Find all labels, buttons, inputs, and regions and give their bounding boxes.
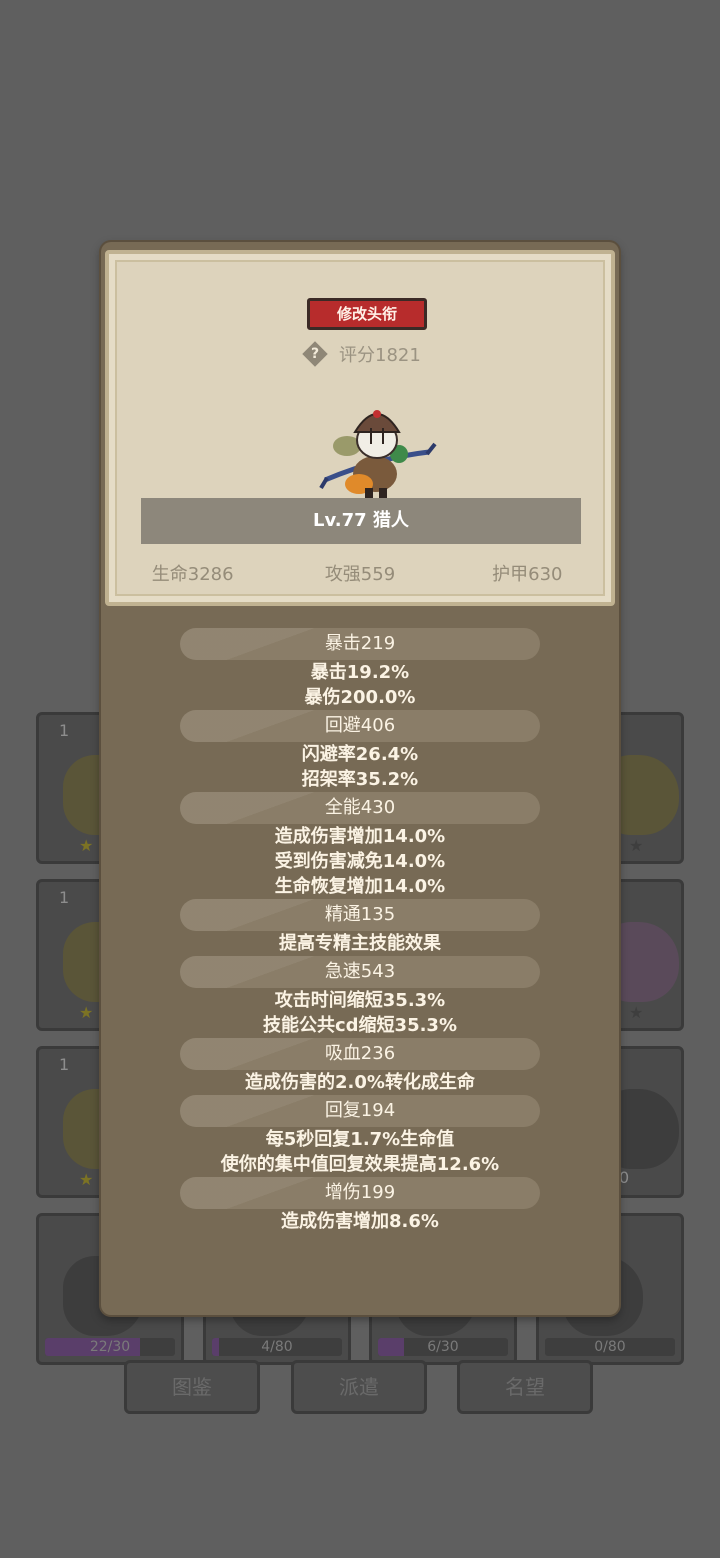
attr-line: 闪避率26.4% xyxy=(301,744,419,765)
help-icon[interactable]: ? xyxy=(302,341,328,367)
progress-text: 4/80 xyxy=(261,1339,293,1355)
rating-score: 评分1821 xyxy=(339,345,421,366)
attr-line: 造成伤害的2.0%转化成生命 xyxy=(245,1072,475,1093)
attr-line: 技能公共cd缩短35.3% xyxy=(262,1015,457,1036)
attr-line: 受到伤害减免14.0% xyxy=(274,851,446,872)
progress-bar: 4/80 xyxy=(212,1338,342,1356)
progress-text: 22/30 xyxy=(89,1339,131,1355)
card-count: 1 xyxy=(59,721,70,740)
attr-line: 提高专精主技能效果 xyxy=(279,933,441,954)
attr-head-haste: 急速543 xyxy=(180,956,540,988)
attr-line: 攻击时间缩短35.3% xyxy=(274,990,446,1011)
attr-head-damage-bonus: 增伤199 xyxy=(180,1177,540,1209)
star-icon: ★ xyxy=(629,836,644,855)
star-icon: ★ xyxy=(79,1170,94,1189)
star-icon: ★ xyxy=(79,836,94,855)
attr-line: 暴击19.2% xyxy=(310,662,410,683)
attribute-list: 暴击219 暴击19.2% 暴伤200.0% 回避406 闪避率26.4% 招架… xyxy=(101,628,619,1234)
question-mark: ? xyxy=(310,346,320,362)
attr-head-regen: 回复194 xyxy=(180,1095,540,1127)
attr-head-avoidance: 回避406 xyxy=(180,710,540,742)
attr-head-crit: 暴击219 xyxy=(180,628,540,660)
card-count: 1 xyxy=(59,1055,70,1074)
attr-line: 招架率35.2% xyxy=(301,769,419,790)
progress-text: 6/30 xyxy=(427,1339,459,1355)
character-detail-modal: 修改头衔 ? 评分1821 Lv.77 猎人 生命3286 攻强559 护甲63… xyxy=(101,242,619,1315)
level-name-band: Lv.77 猎人 xyxy=(141,498,581,544)
star-icon: ★ xyxy=(79,1003,94,1022)
attr-line: 造成伤害增加14.0% xyxy=(274,826,446,847)
profile-panel: 修改头衔 ? 评分1821 Lv.77 猎人 生命3286 攻强559 护甲63… xyxy=(105,250,615,606)
progress-text: 0/80 xyxy=(594,1339,626,1355)
progress-bar: 6/30 xyxy=(378,1338,508,1356)
rating-row: ? 评分1821 xyxy=(302,340,421,368)
progress-bar: 0/80 xyxy=(545,1338,675,1356)
stat-armor: 护甲630 xyxy=(492,564,563,585)
attr-head-leech: 吸血236 xyxy=(180,1038,540,1070)
attr-line: 暴伤200.0% xyxy=(304,687,416,708)
tab-collection[interactable]: 图鉴 xyxy=(124,1360,260,1414)
progress-text: 0 xyxy=(619,1168,630,1187)
tab-reputation[interactable]: 名望 xyxy=(457,1360,593,1414)
hunter-avatar xyxy=(319,410,437,500)
attr-line: 每5秒回复1.7%生命值 xyxy=(265,1129,455,1150)
base-stats: 生命3286 攻强559 护甲630 xyxy=(109,560,611,586)
attr-head-mastery: 精通135 xyxy=(180,899,540,931)
attr-line: 使你的集中值回复效果提高12.6% xyxy=(220,1154,500,1175)
star-icon: ★ xyxy=(629,1003,644,1022)
card-count: 1 xyxy=(59,888,70,907)
progress-bar: 22/30 xyxy=(45,1338,175,1356)
attr-head-versatility: 全能430 xyxy=(180,792,540,824)
tab-dispatch[interactable]: 派遣 xyxy=(291,1360,427,1414)
attr-line: 生命恢复增加14.0% xyxy=(274,876,446,897)
stat-attack-power: 攻强559 xyxy=(324,564,396,585)
edit-title-button[interactable]: 修改头衔 xyxy=(307,298,427,330)
stat-health: 生命3286 xyxy=(151,564,234,585)
attr-line: 造成伤害增加8.6% xyxy=(281,1211,439,1232)
